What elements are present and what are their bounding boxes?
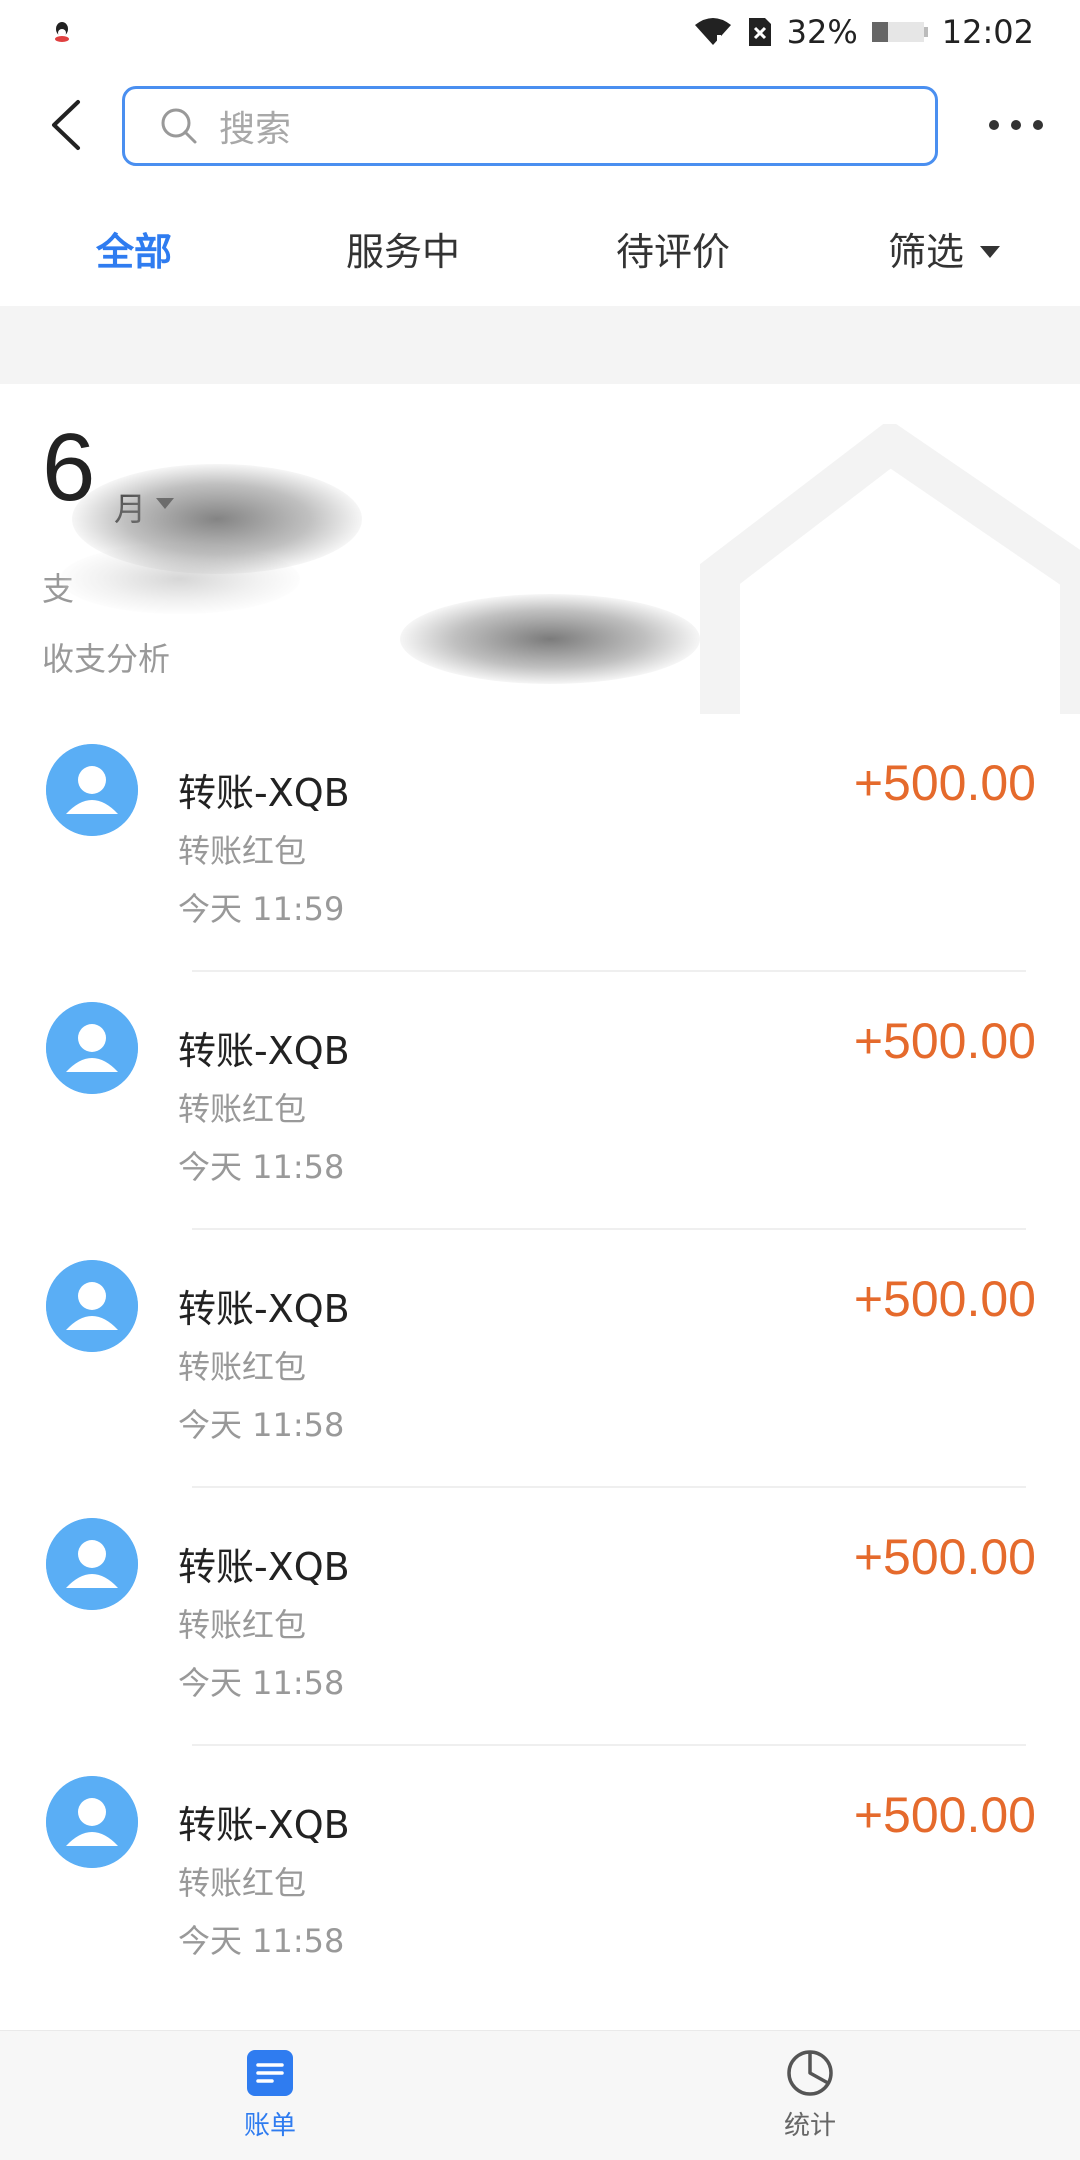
transaction-title: 转账-XQB — [178, 1029, 350, 1073]
transaction-row[interactable]: 转账-XQB 转账红包 今天 11:58 +500.00 — [0, 1746, 1080, 2004]
avatar-icon — [46, 1002, 138, 1094]
header: 搜索 — [0, 84, 1080, 166]
transaction-time: 今天 11:59 — [178, 890, 345, 928]
transaction-title: 转账-XQB — [178, 1803, 350, 1847]
transaction-amount: +500.00 — [853, 1271, 1036, 1327]
search-placeholder: 搜索 — [219, 109, 292, 150]
month-summary: 6 月 支 收支分析 — [0, 384, 1080, 714]
transaction-row[interactable]: 转账-XQB 转账红包 今天 11:58 +500.00 — [0, 1230, 1080, 1488]
caret-down-icon — [980, 246, 1001, 258]
transaction-row[interactable]: 转账-XQB 转账红包 今天 11:59 +500.00 — [0, 714, 1080, 972]
transaction-amount: +500.00 — [853, 1529, 1036, 1585]
transaction-title: 转账-XQB — [178, 1545, 350, 1589]
tab-to-review[interactable]: 待评价 — [616, 212, 730, 292]
wifi-icon — [694, 18, 731, 45]
bill-page: 32% 12:02 搜索 全部 服务中 待评价 筛选 6 支 收支分析 转账-X… — [0, 0, 1080, 2160]
transaction-subtitle: 转账红包 — [178, 1606, 307, 1644]
more-icon[interactable] — [984, 104, 1048, 146]
transaction-title: 转账-XQB — [178, 1287, 350, 1331]
stats-icon — [787, 2050, 833, 2096]
transaction-time: 今天 11:58 — [178, 1406, 345, 1444]
house-watermark-icon — [700, 424, 1080, 714]
transaction-subtitle: 转账红包 — [178, 1864, 307, 1902]
transaction-subtitle: 转账红包 — [178, 1348, 307, 1386]
search-icon — [161, 108, 197, 144]
status-right: 32% 12:02 — [693, 13, 1034, 51]
transaction-amount: +500.00 — [853, 1013, 1036, 1069]
nav-stats-label: 统计 — [783, 2111, 836, 2141]
income-expense-analysis-link[interactable]: 收支分析 — [42, 634, 170, 680]
redaction-smudge — [72, 464, 362, 574]
nav-bill-label: 账单 — [243, 2111, 296, 2141]
transaction-time: 今天 11:58 — [178, 1664, 345, 1702]
filter-tabs: 全部 服务中 待评价 筛选 — [0, 212, 1080, 292]
avatar-icon — [46, 1776, 138, 1868]
status-bar: 32% 12:02 — [0, 0, 1080, 64]
transaction-row[interactable]: 转账-XQB 转账红包 今天 11:58 +500.00 — [0, 1488, 1080, 1746]
qq-icon — [55, 22, 69, 42]
transaction-subtitle: 转账红包 — [178, 832, 307, 870]
transaction-amount: +500.00 — [853, 755, 1036, 811]
bottom-nav: 账单 统计 — [0, 2030, 1080, 2160]
transaction-time: 今天 11:58 — [178, 1148, 345, 1186]
back-icon[interactable] — [40, 94, 100, 156]
battery-percent: 32% — [786, 13, 858, 51]
transaction-time: 今天 11:58 — [178, 1922, 345, 1960]
tab-all[interactable]: 全部 — [96, 212, 172, 292]
clock: 12:02 — [941, 13, 1034, 51]
section-divider — [0, 306, 1080, 384]
tab-filter-label: 筛选 — [888, 230, 965, 274]
no-sim-icon — [748, 18, 771, 46]
transaction-row[interactable]: 转账-XQB 转账红包 今天 11:58 +500.00 — [0, 972, 1080, 1230]
avatar-icon — [46, 1260, 138, 1352]
search-input[interactable]: 搜索 — [122, 86, 938, 166]
tab-filter[interactable]: 筛选 — [888, 212, 1001, 292]
transaction-subtitle: 转账红包 — [178, 1090, 307, 1128]
battery-icon — [871, 20, 928, 44]
nav-stats[interactable]: 统计 — [750, 2049, 870, 2153]
avatar-icon — [46, 744, 138, 836]
transaction-list: 转账-XQB 转账红包 今天 11:59 +500.00 转账-XQB 转账红包… — [0, 714, 1080, 2004]
transaction-amount: +500.00 — [853, 1787, 1036, 1843]
tab-in-service[interactable]: 服务中 — [346, 212, 460, 292]
bill-icon — [247, 2050, 293, 2096]
avatar-icon — [46, 1518, 138, 1610]
nav-bill[interactable]: 账单 — [210, 2049, 330, 2153]
transaction-title: 转账-XQB — [178, 771, 350, 815]
redaction-smudge — [400, 594, 700, 684]
